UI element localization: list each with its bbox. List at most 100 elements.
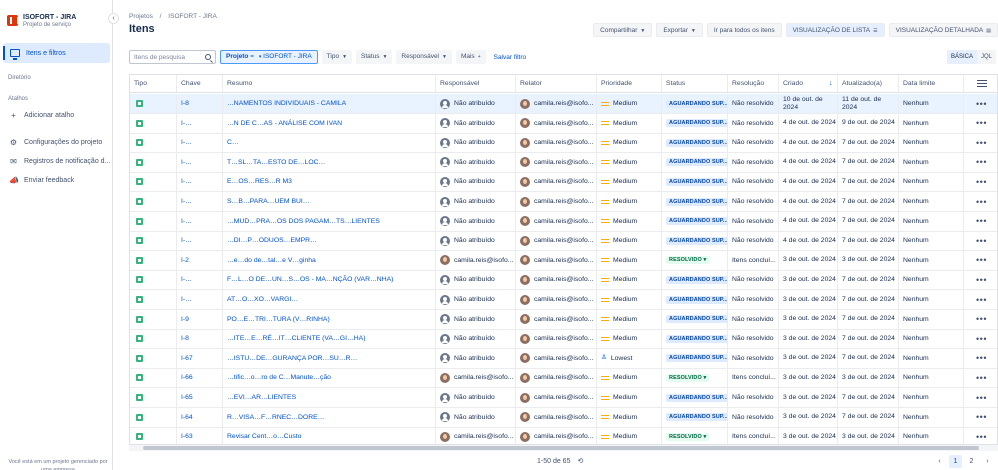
assignee-cell[interactable]: Não atribuído	[436, 172, 516, 192]
status-cell[interactable]: RESOLVIDO ▾	[662, 368, 728, 388]
table-row[interactable]: I-2 …e…do de…tal…e V…ginha camila.reis@iso…	[130, 250, 997, 271]
status-cell[interactable]: AGUARDANDO SUP... ▾	[662, 133, 728, 153]
status-cell[interactable]: AGUARDANDO SUP... ▾	[662, 348, 728, 368]
reporter-cell[interactable]: camila.reis@isofo...	[516, 231, 597, 251]
assignee-cell[interactable]: camila.reis@isofo...	[436, 250, 516, 270]
col-summary[interactable]: Resumo	[223, 75, 436, 92]
col-status[interactable]: Status	[662, 75, 728, 92]
priority-cell[interactable]: Medium	[597, 329, 662, 349]
priority-cell[interactable]: Medium	[597, 192, 662, 211]
assignee-cell[interactable]: camila.reis@isofo...	[436, 368, 516, 388]
priority-cell[interactable]: Medium	[597, 388, 662, 407]
assignee-cell[interactable]: Não atribuído	[436, 192, 516, 211]
issue-key-link[interactable]: I-…	[181, 198, 192, 205]
reporter-cell[interactable]: camila.reis@isofo...	[516, 192, 597, 211]
issue-summary-link[interactable]: PO…E…TRI…TURA (V…RINHA)	[227, 316, 330, 323]
refresh-icon[interactable]: ⟲	[577, 458, 583, 465]
priority-cell[interactable]: Medium	[597, 250, 662, 270]
issue-summary-link[interactable]: …tific…o…ro de C…Manute…ção	[227, 374, 331, 381]
priority-cell[interactable]: Medium	[597, 133, 662, 153]
status-cell[interactable]: AGUARDANDO SUP... ▾	[662, 192, 728, 211]
issue-summary-link[interactable]: …NAMENTOS INDIVIDUAIS - CAMILA	[227, 100, 346, 107]
status-cell[interactable]: AGUARDANDO SUP... ▾	[662, 113, 728, 133]
reporter-cell[interactable]: camila.reis@isofo...	[516, 152, 597, 172]
row-actions-button[interactable]: •••	[964, 133, 997, 152]
status-cell[interactable]: RESOLVIDO ▾	[662, 427, 728, 444]
status-cell[interactable]: AGUARDANDO SUP... ▾	[662, 290, 728, 309]
table-row[interactable]: I-8 …NAMENTOS INDIVIDUAIS - CAMILA Não atr…	[130, 94, 997, 114]
row-actions-button[interactable]: •••	[964, 290, 997, 309]
issue-summary-link[interactable]: Revisar Cent…o…Custo	[227, 433, 301, 440]
issue-summary-link[interactable]: …MUD…PRA…OS DOS PAGAM…TS…LIENTES	[227, 218, 380, 225]
priority-cell[interactable]: Medium	[597, 113, 662, 133]
table-row[interactable]: I-9 PO…E…TRI…TURA (V…RINHA) Não atribuído c…	[130, 309, 997, 330]
reporter-cell[interactable]: camila.reis@isofo...	[516, 427, 597, 444]
reporter-cell[interactable]: camila.reis@isofo...	[516, 133, 597, 153]
status-badge[interactable]: AGUARDANDO SUP... ▾	[666, 315, 727, 324]
assignee-cell[interactable]: Não atribuído	[436, 270, 516, 290]
sidebar-item-feedback[interactable]: 📣 Enviar feedback	[9, 176, 74, 185]
assignee-cell[interactable]: Não atribuído	[436, 290, 516, 309]
status-badge[interactable]: AGUARDANDO SUP... ▾	[666, 119, 727, 128]
table-row[interactable]: I-… C… Não atribuído camila.reis@isofo... Me…	[130, 133, 997, 154]
col-reporter[interactable]: Relator	[516, 75, 597, 92]
assignee-cell[interactable]: Não atribuído	[436, 348, 516, 368]
col-type[interactable]: Tipo	[130, 75, 177, 92]
col-key[interactable]: Chave	[177, 75, 223, 92]
status-badge[interactable]: RESOLVIDO ▾	[666, 256, 710, 265]
status-badge[interactable]: AGUARDANDO SUP... ▾	[666, 413, 727, 422]
horizontal-scrollbar[interactable]	[129, 445, 998, 451]
issue-key-link[interactable]: I-63	[181, 433, 193, 440]
row-actions-button[interactable]: •••	[964, 349, 997, 368]
assignee-cell[interactable]: camila.reis@isofo...	[436, 427, 516, 444]
table-row[interactable]: I-… AT…O…XO…VARGI… Não atribuído camila.rei…	[130, 290, 997, 310]
priority-cell[interactable]: Medium	[597, 172, 662, 192]
col-due[interactable]: Data limite	[899, 75, 964, 92]
issue-key-link[interactable]: I-66	[181, 374, 193, 381]
priority-cell[interactable]: Medium	[597, 407, 662, 427]
reporter-cell[interactable]: camila.reis@isofo...	[516, 270, 597, 290]
assignee-cell[interactable]: Não atribuído	[436, 94, 516, 113]
assignee-filter[interactable]: Responsável ▼	[396, 50, 452, 64]
reporter-cell[interactable]: camila.reis@isofo...	[516, 113, 597, 133]
row-actions-button[interactable]: •••	[964, 192, 997, 211]
issue-key-link[interactable]: I-…	[181, 139, 192, 146]
issue-key-link[interactable]: I-65	[181, 394, 193, 401]
search-input[interactable]: Itens de pesquisa	[129, 50, 216, 64]
issue-summary-link[interactable]: S…B…PARA…UEM BUI…	[227, 198, 310, 205]
assignee-cell[interactable]: Não atribuído	[436, 211, 516, 231]
issue-key-link[interactable]: I-…	[181, 237, 192, 244]
assignee-cell[interactable]: Não atribuído	[436, 133, 516, 153]
priority-cell[interactable]: Medium	[597, 94, 662, 113]
reporter-cell[interactable]: camila.reis@isofo...	[516, 407, 597, 427]
priority-cell[interactable]: Medium	[597, 309, 662, 329]
table-row[interactable]: I-… T…SL…TA…ESTO DE…LOC… Não atribuído cami…	[130, 152, 997, 173]
reporter-cell[interactable]: camila.reis@isofo...	[516, 309, 597, 329]
status-badge[interactable]: AGUARDANDO SUP... ▾	[666, 138, 727, 147]
status-cell[interactable]: AGUARDANDO SUP... ▾	[662, 172, 728, 192]
col-resolution[interactable]: Resolução	[728, 75, 779, 92]
row-actions-button[interactable]: •••	[964, 172, 997, 191]
page-1-button[interactable]: 1	[949, 455, 962, 468]
table-row[interactable]: I-8 …ITE…E…RÉ…IT…CLIENTE (VA…GI…HA) Não at…	[130, 329, 997, 350]
issue-summary-link[interactable]: …ITE…E…RÉ…IT…CLIENTE (VA…GI…HA)	[227, 335, 365, 342]
status-badge[interactable]: RESOLVIDO ▾	[666, 432, 710, 441]
table-row[interactable]: I-63 Revisar Cent…o…Custo camila.reis@isof…	[130, 427, 997, 444]
issue-summary-link[interactable]: T…SL…TA…ESTO DE…LOC…	[227, 159, 325, 166]
status-badge[interactable]: AGUARDANDO SUP... ▾	[666, 295, 727, 304]
status-badge[interactable]: AGUARDANDO SUP... ▾	[666, 275, 727, 284]
status-cell[interactable]: AGUARDANDO SUP... ▾	[662, 231, 728, 251]
issue-summary-link[interactable]: …ISTU…DE…GURANÇA POR…SU…R…	[227, 355, 357, 362]
issue-summary-link[interactable]: …DI…P…ODUOS…EMPR…	[227, 237, 317, 244]
scrollbar-thumb[interactable]	[143, 446, 979, 450]
table-row[interactable]: I-… E…OS…RES…R M3 Não atribuído camila.reis…	[130, 172, 997, 193]
col-created[interactable]: Criado ↓	[779, 75, 838, 92]
sidebar-item-items-filters[interactable]: Itens e filtros	[3, 43, 110, 63]
status-cell[interactable]: AGUARDANDO SUP... ▾	[662, 211, 728, 231]
row-actions-button[interactable]: •••	[964, 212, 997, 231]
issue-summary-link[interactable]: C…	[227, 139, 239, 146]
column-config-button[interactable]	[964, 75, 997, 92]
status-cell[interactable]: AGUARDANDO SUP... ▾	[662, 270, 728, 290]
export-button[interactable]: Exportar ▼	[656, 23, 703, 37]
assignee-cell[interactable]: Não atribuído	[436, 388, 516, 407]
